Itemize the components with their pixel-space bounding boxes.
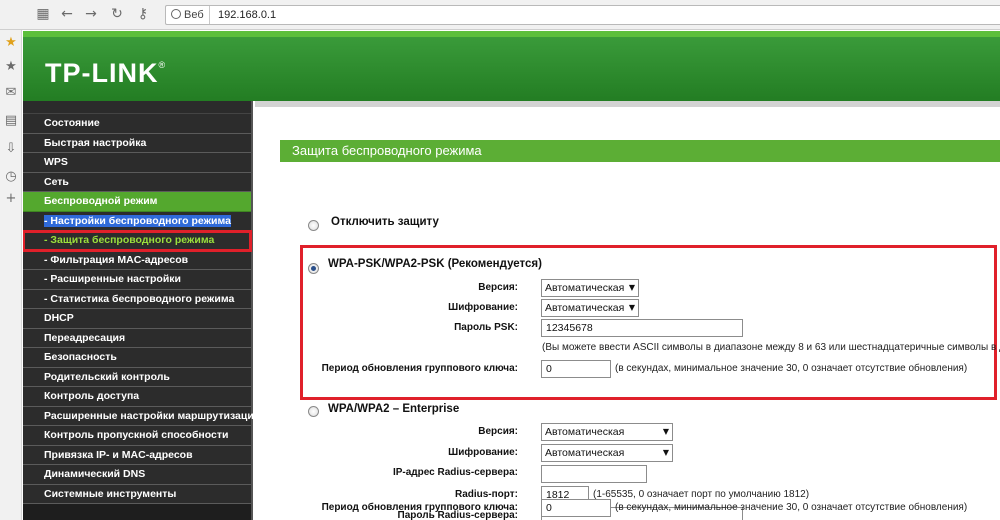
section-title: Защита беспроводного режима — [280, 140, 1000, 162]
content-area: Защита беспроводного режима Отключить за… — [255, 101, 1000, 520]
wpa-psk-label: WPA-PSK/WPA2-PSK (Рекомендуется) — [328, 258, 542, 270]
menu-item-system-tools[interactable]: Системные инструменты — [23, 484, 251, 504]
sidebar-menu: Состояние Быстрая настройка WPS Сеть Бес… — [23, 101, 260, 520]
psk-version-label: Версия: — [478, 282, 518, 293]
disable-security-label: Отключить защиту — [331, 216, 439, 228]
menu-item-wireless-settings[interactable]: - Настройки беспроводного режима — [23, 211, 251, 231]
ent-encryption-value: Автоматическая — [545, 447, 625, 459]
psk-encryption-label: Шифрование: — [448, 302, 518, 313]
menu-item-ip-mac-binding[interactable]: Привязка IP- и MAC-адресов — [23, 445, 251, 465]
ent-encryption-label: Шифрование: — [448, 447, 518, 458]
menu-item-parental-control[interactable]: Родительский контроль — [23, 367, 251, 387]
site-info-chip[interactable]: Веб — [166, 6, 210, 24]
menu-item-advanced-routing[interactable]: Расширенные настройки маршрутизации — [23, 406, 260, 426]
wpa-psk-radio[interactable] — [308, 263, 319, 274]
forward-arrow-icon[interactable]: → — [82, 5, 100, 23]
menu-item-wireless-advanced[interactable]: - Расширенные настройки — [23, 270, 251, 290]
note-icon[interactable]: ▤ — [2, 112, 20, 130]
psk-version-value: Автоматическая — [545, 282, 625, 294]
menu-item-mac-filtering[interactable]: - Фильтрация MAC-адресов — [23, 250, 251, 270]
apps-grid-icon[interactable]: ▦ — [34, 5, 52, 23]
site-label: Веб — [184, 9, 204, 21]
content-top-bar — [255, 101, 1000, 107]
tp-link-logo: TP-LINK® — [45, 58, 167, 88]
psk-encryption-value: Автоматическая — [545, 302, 625, 314]
ent-version-select[interactable]: Автоматическая ▼ — [541, 423, 673, 441]
browser-side-panel: ★ ★ ✉ ▤ ⇩ ◷ + — [0, 30, 22, 520]
clock-icon[interactable]: ◷ — [2, 168, 20, 186]
disable-security-radio[interactable] — [308, 220, 319, 231]
menu-item-wireless[interactable]: Беспроводной режим — [23, 192, 251, 212]
dropdown-arrow-icon: ▼ — [662, 448, 669, 457]
menu-item-wireless-security[interactable]: - Защита беспроводного режима — [23, 230, 252, 252]
dropdown-arrow-icon: ▼ — [628, 303, 635, 312]
menu-item-status[interactable]: Состояние — [23, 114, 251, 134]
ent-group-key-hint: (в секундах, минимальное значение 30, 0 … — [615, 502, 968, 513]
dropdown-arrow-icon: ▼ — [628, 283, 635, 292]
dropdown-arrow-icon: ▼ — [662, 427, 669, 436]
menu-item-wps[interactable]: WPS — [23, 153, 251, 173]
router-admin-page: TP-LINK® Состояние Быстрая настройка WPS… — [23, 31, 1000, 520]
psk-version-select[interactable]: Автоматическая ▼ — [541, 279, 639, 297]
reload-icon[interactable]: ↻ — [108, 5, 126, 23]
browser-toolbar: ▦ ← → ↻ ⚷ Веб 192.168.0.1 — [0, 0, 1000, 30]
menu-item-network[interactable]: Сеть — [23, 172, 251, 192]
menu-item-dhcp[interactable]: DHCP — [23, 309, 251, 329]
menu-item-dynamic-dns[interactable]: Динамический DNS — [23, 465, 251, 485]
menu-top-cap — [23, 101, 251, 114]
menu-item-wireless-settings-label: - Настройки беспроводного режима — [44, 214, 231, 227]
psk-password-label: Пароль PSK: — [454, 322, 518, 333]
radius-ip-input[interactable] — [541, 465, 647, 483]
psk-group-key-hint: (в секундах, минимальное значение 30, 0 … — [615, 363, 968, 374]
ent-encryption-select[interactable]: Автоматическая ▼ — [541, 444, 673, 462]
ent-version-label: Версия: — [478, 426, 518, 437]
menu-item-access-control[interactable]: Контроль доступа — [23, 387, 251, 407]
ent-group-key-label: Период обновления группового ключа: — [321, 502, 518, 513]
psk-group-key-label: Период обновления группового ключа: — [321, 363, 518, 374]
star-filled-icon[interactable]: ★ — [2, 34, 20, 52]
wpa-enterprise-label: WPA/WPA2 – Enterprise — [328, 403, 460, 415]
header-banner: TP-LINK® — [23, 31, 1000, 101]
menu-item-forwarding[interactable]: Переадресация — [23, 328, 251, 348]
radius-port-label: Radius-порт: — [454, 489, 518, 500]
menu-item-quick-setup[interactable]: Быстрая настройка — [23, 133, 251, 153]
plus-icon[interactable]: + — [2, 190, 20, 208]
wpa-enterprise-radio[interactable] — [308, 406, 319, 417]
address-bar[interactable]: Веб 192.168.0.1 — [165, 5, 1000, 25]
download-icon[interactable]: ⇩ — [2, 140, 20, 158]
ent-group-key-input[interactable]: 0 — [541, 499, 611, 517]
url-text[interactable]: 192.168.0.1 — [218, 6, 276, 24]
menu-item-wireless-statistics[interactable]: - Статистика беспроводного режима — [23, 289, 251, 309]
menu-item-bandwidth-control[interactable]: Контроль пропускной способности — [23, 426, 251, 446]
ent-version-value: Автоматическая — [545, 426, 625, 438]
back-arrow-icon[interactable]: ← — [58, 5, 76, 23]
mail-icon[interactable]: ✉ — [2, 84, 20, 102]
star-icon[interactable]: ★ — [2, 58, 20, 76]
psk-group-key-input[interactable]: 0 — [541, 360, 611, 378]
key-icon[interactable]: ⚷ — [134, 5, 152, 23]
radius-port-hint: (1-65535, 0 означает порт по умолчанию 1… — [593, 489, 810, 500]
psk-password-input[interactable]: 12345678 — [541, 319, 743, 337]
menu-item-security[interactable]: Безопасность — [23, 348, 251, 368]
globe-icon — [171, 9, 181, 19]
psk-encryption-select[interactable]: Автоматическая ▼ — [541, 299, 639, 317]
psk-password-hint: (Вы можете ввести ASCII символы в диапаз… — [542, 342, 1000, 353]
radius-ip-label: IP-адрес Radius-сервера: — [392, 467, 518, 478]
